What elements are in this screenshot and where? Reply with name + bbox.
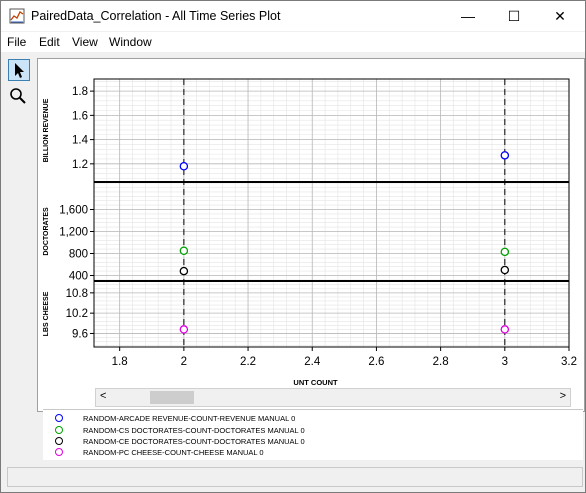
y-tick-label: 10.2 xyxy=(66,308,88,320)
select-tool-button[interactable] xyxy=(8,59,30,81)
x-tick-label: 2.4 xyxy=(304,356,321,368)
tool-strip xyxy=(1,53,35,463)
legend-marker-icon xyxy=(55,437,63,445)
y-axis-label: DOCTORATES xyxy=(43,207,50,256)
data-point xyxy=(179,246,189,255)
y-tick-label: 1,200 xyxy=(59,227,88,239)
maximize-icon: ☐ xyxy=(507,7,521,24)
panel-frame xyxy=(93,78,570,183)
plot-area[interactable]: 1.2 1.4 1.6 1.8 BILLION REVENUE 400 800 1,200 1,… xyxy=(37,58,585,412)
menu-edit[interactable]: Edit xyxy=(39,35,60,49)
horizontal-scrollbar[interactable]: < > xyxy=(95,388,571,407)
menu-bar: File Edit View Window xyxy=(1,32,585,52)
menu-view[interactable]: View xyxy=(72,35,98,49)
legend-marker-icon xyxy=(55,426,63,434)
app-icon xyxy=(9,8,25,24)
data-point xyxy=(179,325,189,334)
y-tick-label: 1.2 xyxy=(72,159,88,171)
y-tick-label: 1.6 xyxy=(72,110,88,122)
window-title: PairedData_Correlation - All Time Series… xyxy=(31,9,281,23)
data-point xyxy=(179,266,189,276)
y-axis-label: BILLION REVENUE xyxy=(43,98,50,162)
data-point xyxy=(500,325,510,334)
y-tick-label: 1.8 xyxy=(72,86,88,98)
y-tick-label: 400 xyxy=(69,271,88,283)
y-tick-label: 10.8 xyxy=(66,288,88,300)
x-tick-label: 3 xyxy=(502,356,508,368)
minimize-button[interactable]: — xyxy=(445,1,491,31)
legend-entry: RANDOM-PC CHEESE-COUNT-CHEESE MANUAL 0 xyxy=(55,446,264,458)
data-point xyxy=(500,265,510,275)
title-bar[interactable]: PairedData_Correlation - All Time Series… xyxy=(1,1,585,31)
scroll-left-icon[interactable]: < xyxy=(100,390,106,402)
time-series-plot[interactable]: 1.2 1.4 1.6 1.8 BILLION REVENUE 400 800 1,200 1,… xyxy=(38,59,584,411)
legend-panel: RANDOM-ARCADE REVENUE-COUNT-REVENUE MANU… xyxy=(43,409,583,460)
data-point xyxy=(500,247,510,257)
legend-entry: RANDOM-ARCADE REVENUE-COUNT-REVENUE MANU… xyxy=(55,412,295,424)
app-window: PairedData_Correlation - All Time Series… xyxy=(0,0,586,493)
scroll-right-icon[interactable]: > xyxy=(560,390,566,402)
x-tick-label: 2 xyxy=(181,356,187,368)
maximize-button[interactable]: ☐ xyxy=(491,1,537,31)
y-tick-label: 9.6 xyxy=(72,328,88,340)
x-tick-label: 2.8 xyxy=(433,356,449,368)
y-tick-label: 1.4 xyxy=(72,135,89,147)
legend-label: RANDOM-CE DOCTORATES-COUNT-DOCTORATES MA… xyxy=(83,436,305,446)
x-tick-label: 2.6 xyxy=(368,356,384,368)
zoom-tool-button[interactable] xyxy=(8,86,30,108)
y-tick-label: 800 xyxy=(69,249,88,261)
data-point xyxy=(179,161,189,171)
menu-file[interactable]: File xyxy=(7,35,26,49)
panel-frame xyxy=(93,280,570,348)
zoom-magnifier-icon xyxy=(10,88,26,104)
legend-label: RANDOM-PC CHEESE-COUNT-CHEESE MANUAL 0 xyxy=(83,447,264,457)
scroll-thumb[interactable] xyxy=(150,391,194,404)
legend-marker-icon xyxy=(55,414,63,422)
select-pointer-icon xyxy=(15,63,24,78)
status-bar xyxy=(7,467,583,487)
legend-marker-icon xyxy=(55,448,63,456)
menu-window[interactable]: Window xyxy=(109,35,152,49)
legend-label: RANDOM-CS DOCTORATES-COUNT-DOCTORATES MA… xyxy=(83,425,305,435)
close-button[interactable]: ✕ xyxy=(537,1,583,31)
minimize-icon: — xyxy=(461,8,475,24)
data-point xyxy=(500,151,510,160)
x-tick-label: 3.2 xyxy=(561,356,577,368)
y-axis-label: LBS CHEESE xyxy=(43,291,50,336)
y-tick-label: 1,600 xyxy=(59,205,88,217)
x-axis-label: UNT COUNT xyxy=(293,378,338,387)
x-tick-label: 1.8 xyxy=(112,356,128,368)
close-icon: ✕ xyxy=(554,7,566,24)
x-tick-label: 2.2 xyxy=(240,356,256,368)
legend-label: RANDOM-ARCADE REVENUE-COUNT-REVENUE MANU… xyxy=(83,413,296,423)
